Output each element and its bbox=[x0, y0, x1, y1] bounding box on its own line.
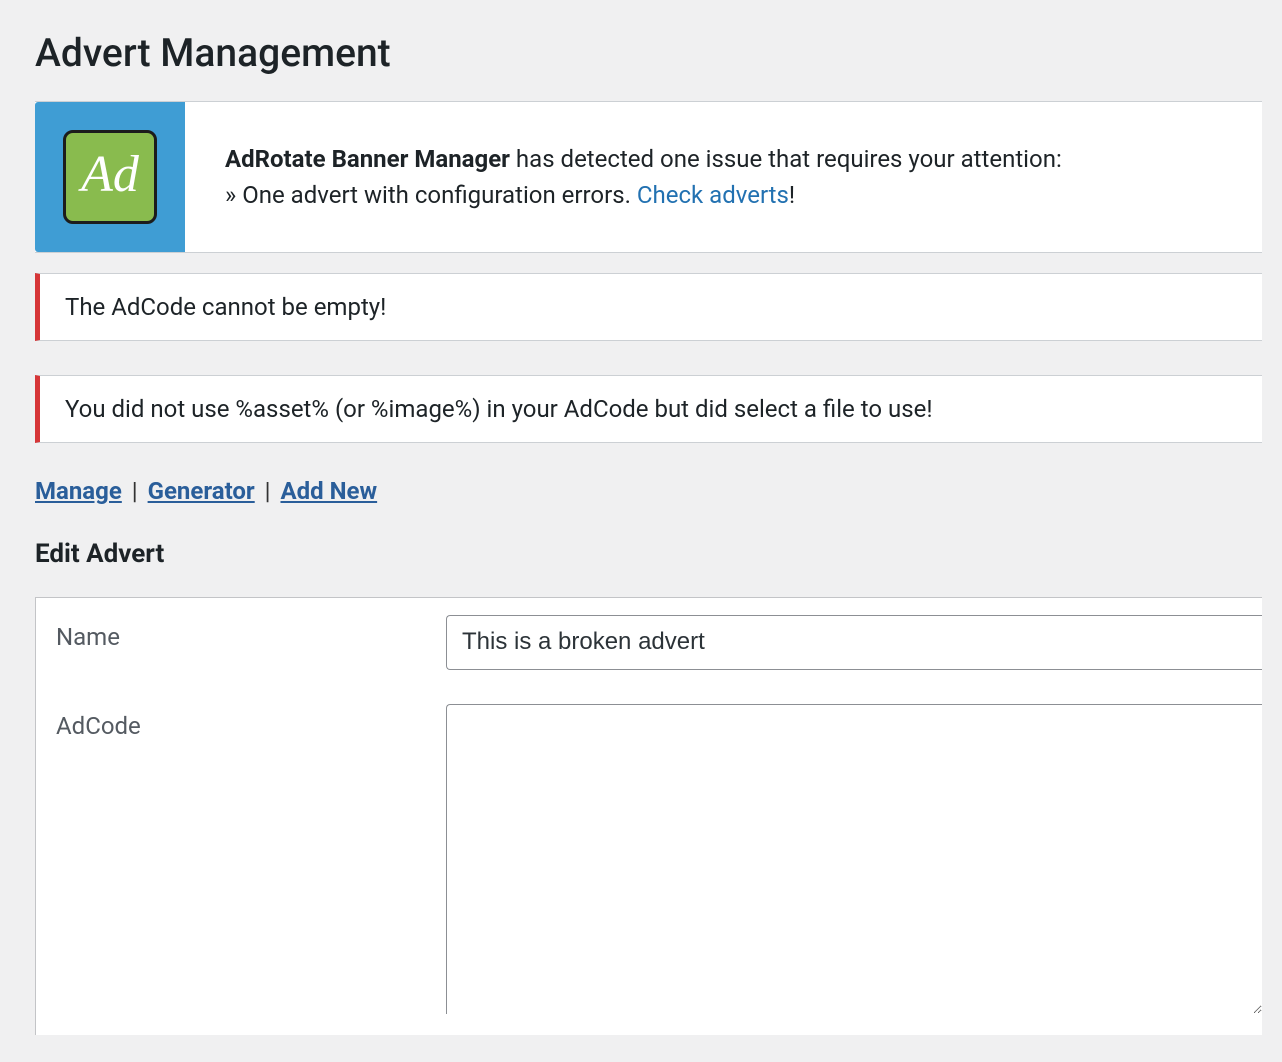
subnav-separator: | bbox=[261, 477, 281, 505]
page-title: Advert Management bbox=[35, 30, 1262, 76]
adrotate-logo-text: Ad bbox=[81, 149, 139, 201]
check-adverts-link[interactable]: Check adverts bbox=[637, 181, 789, 209]
attention-banner: Ad AdRotate Banner Manager has detected … bbox=[35, 101, 1262, 253]
subnav-generator-link[interactable]: Generator bbox=[148, 477, 255, 505]
banner-line2-prefix: » One advert with configuration errors. bbox=[225, 181, 637, 209]
subnav-manage-link[interactable]: Manage bbox=[35, 477, 122, 505]
banner-text: AdRotate Banner Manager has detected one… bbox=[185, 131, 1102, 223]
adcode-textarea[interactable] bbox=[446, 704, 1262, 1014]
banner-line2-suffix: ! bbox=[789, 181, 795, 209]
adrotate-logo-icon: Ad bbox=[63, 130, 157, 224]
banner-line1-rest: has detected one issue that requires you… bbox=[510, 145, 1062, 173]
error-notice-1: The AdCode cannot be empty! bbox=[35, 273, 1262, 341]
adcode-label: AdCode bbox=[36, 687, 446, 765]
section-title: Edit Advert bbox=[35, 539, 1262, 569]
name-input[interactable] bbox=[446, 615, 1262, 670]
name-label: Name bbox=[36, 598, 446, 676]
name-row: Name bbox=[36, 598, 1262, 687]
error-notice-2: You did not use %asset% (or %image%) in … bbox=[35, 375, 1262, 443]
subnav-separator: | bbox=[128, 477, 148, 505]
subnav: Manage | Generator | Add New bbox=[35, 477, 1262, 505]
banner-icon-box: Ad bbox=[35, 102, 185, 252]
subnav-add-new-link[interactable]: Add New bbox=[280, 477, 377, 505]
banner-strong: AdRotate Banner Manager bbox=[225, 145, 510, 173]
adcode-row: AdCode bbox=[36, 687, 1262, 1035]
edit-advert-form: Name AdCode bbox=[35, 597, 1262, 1035]
